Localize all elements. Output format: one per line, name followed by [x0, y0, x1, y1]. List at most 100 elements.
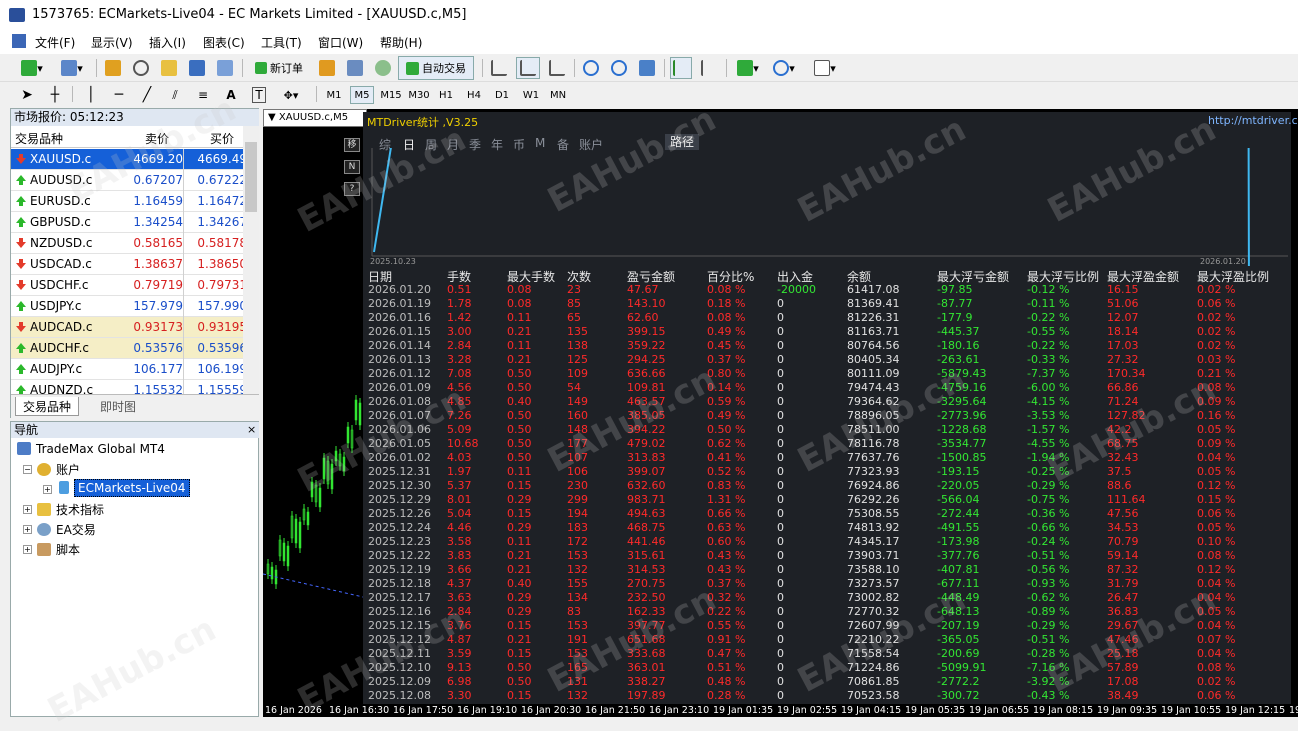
nav-account[interactable]: ECMarkets-Live04 [59, 479, 190, 497]
tab-symbols[interactable]: 交易品种 [15, 397, 80, 416]
periods-button[interactable]: ▾ [768, 57, 800, 79]
quote-row[interactable]: GBPUSD.c 1.34254 1.34267 [11, 212, 247, 233]
vertical-line-tool[interactable]: │ [80, 84, 102, 106]
terminal-button[interactable] [186, 57, 208, 79]
expand-accounts[interactable]: − [23, 465, 32, 474]
shapes-tool[interactable]: ✥▾ [276, 84, 306, 106]
quote-row[interactable]: AUDJPY.c 106.177 106.199 [11, 359, 247, 380]
auto-trading-button[interactable]: 自动交易 [398, 56, 474, 80]
period-m30[interactable]: M30 [406, 86, 432, 104]
community-button[interactable] [344, 57, 366, 79]
col-ask[interactable]: 买价 [210, 130, 234, 147]
quote-row[interactable]: AUDUSD.c 0.67207 0.67222 [11, 170, 247, 191]
menu-window[interactable]: 窗口(W) [318, 34, 363, 51]
expand-scripts[interactable]: + [23, 545, 32, 554]
n-button[interactable]: N [344, 160, 360, 174]
period-h4[interactable]: H4 [462, 86, 486, 104]
table-cell: 3.00 [447, 325, 472, 338]
quote-row[interactable]: NZDUSD.c 0.58165 0.58178 [11, 233, 247, 254]
quote-row[interactable]: EURUSD.c 1.16459 1.16472 [11, 191, 247, 212]
bar-chart-button[interactable] [488, 57, 510, 79]
horizontal-line-tool[interactable]: ─ [108, 84, 130, 106]
period-m5[interactable]: M5 [350, 86, 374, 104]
menu-chart[interactable]: 图表(C) [203, 34, 245, 51]
period-m15[interactable]: M15 [378, 86, 404, 104]
quote-row[interactable]: AUDCHF.c 0.53576 0.53596 [11, 338, 247, 359]
cursor-tool[interactable]: ➤ [16, 84, 38, 106]
quote-row[interactable]: USDCHF.c 0.79719 0.79731 [11, 275, 247, 296]
signals-button[interactable] [372, 57, 394, 79]
chart-symbol-label[interactable]: ▼ XAUUSD.c,M5 [263, 109, 367, 127]
close-icon[interactable]: × [247, 423, 256, 436]
navigator-button[interactable] [158, 57, 180, 79]
period-m1[interactable]: M1 [322, 86, 346, 104]
menu-file[interactable]: 文件(F) [35, 34, 75, 51]
nav-indicators[interactable]: 技术指标 [37, 501, 104, 518]
fibonacci-tool[interactable]: ≡ [192, 84, 214, 106]
channel-tool[interactable]: ⫽ [164, 84, 186, 106]
auto-trading-label: 自动交易 [422, 62, 466, 75]
quote-row[interactable]: USDJPY.c 157.979 157.990 [11, 296, 247, 317]
menu-help[interactable]: 帮助(H) [380, 34, 422, 51]
nav-indicators-label: 技术指标 [56, 503, 105, 517]
table-cell: 3.58 [447, 535, 472, 548]
expand-account[interactable]: + [43, 485, 52, 494]
help-button[interactable]: ? [344, 182, 360, 196]
chart-shift-button[interactable] [698, 57, 720, 79]
menu-view[interactable]: 显示(V) [91, 34, 133, 51]
expand-ea[interactable]: + [23, 525, 32, 534]
quote-row[interactable]: USDCAD.c 1.38637 1.38650 [11, 254, 247, 275]
scrollbar-thumb[interactable] [245, 142, 257, 212]
table-cell: -0.24 % [1027, 535, 1070, 548]
text-tool[interactable]: A [220, 84, 242, 106]
label-tool[interactable]: T [248, 84, 270, 106]
line-chart-button[interactable] [546, 57, 568, 79]
indicators-button[interactable]: ▾ [732, 57, 764, 79]
tab-tick-chart[interactable]: 即时图 [93, 397, 143, 416]
period-d1[interactable]: D1 [490, 86, 514, 104]
candlestick-button[interactable] [516, 57, 540, 79]
menu-tools[interactable]: 工具(T) [261, 34, 302, 51]
col-bid[interactable]: 卖价 [145, 130, 169, 147]
table-cell: -1.94 % [1027, 451, 1070, 464]
nav-root[interactable]: TradeMax Global MT4 [17, 442, 165, 456]
market-watch-scrollbar[interactable] [243, 126, 259, 401]
app-icon [9, 8, 25, 22]
table-cell: 12.07 [1107, 311, 1139, 324]
dashboard-url[interactable]: http://mtdriver.cn [1208, 114, 1298, 127]
expert-editor-button[interactable] [316, 57, 338, 79]
autoscroll-button[interactable] [670, 57, 692, 79]
zoom-in-button[interactable] [580, 57, 602, 79]
nav-scripts[interactable]: 脚本 [37, 541, 80, 558]
table-cell: 0 [777, 381, 784, 394]
tester-button[interactable] [214, 57, 236, 79]
quote-symbol-text: AUDCHF.c [30, 341, 90, 355]
quote-row[interactable]: AUDCAD.c 0.93173 0.93195 [11, 317, 247, 338]
menu-insert[interactable]: 插入(I) [149, 34, 186, 51]
table-cell: 83 [567, 605, 581, 618]
nav-ea[interactable]: EA交易 [37, 521, 96, 538]
market-watch-button[interactable] [102, 57, 124, 79]
tile-windows-button[interactable] [636, 57, 658, 79]
period-w1[interactable]: W1 [518, 86, 544, 104]
quote-row[interactable]: XAUUSD.c 4669.20 4669.49 [11, 149, 247, 170]
profiles-button[interactable]: ▾ [56, 57, 88, 79]
new-order-button[interactable]: 新订单 [248, 57, 310, 79]
new-chart-button[interactable]: ▾ [16, 57, 48, 79]
move-button[interactable]: 移 [344, 138, 360, 152]
period-h1[interactable]: H1 [434, 86, 458, 104]
table-cell: -200.69 [937, 647, 980, 660]
crosshair-tool[interactable]: ┼ [44, 84, 66, 106]
period-mn[interactable]: MN [546, 86, 570, 104]
col-symbol[interactable]: 交易品种 [15, 130, 63, 147]
quote-symbol: USDCAD.c [16, 257, 92, 271]
expand-indicators[interactable]: + [23, 505, 32, 514]
nav-accounts[interactable]: 账户 [37, 461, 80, 478]
table-cell: 0.50 [507, 367, 532, 380]
templates-button[interactable]: ▾ [808, 57, 842, 79]
table-cell: 0.08 % [707, 311, 746, 324]
zoom-out-button[interactable] [608, 57, 630, 79]
table-cell: 4.03 [447, 451, 472, 464]
trendline-tool[interactable]: ╱ [136, 84, 158, 106]
data-window-button[interactable] [130, 57, 152, 79]
